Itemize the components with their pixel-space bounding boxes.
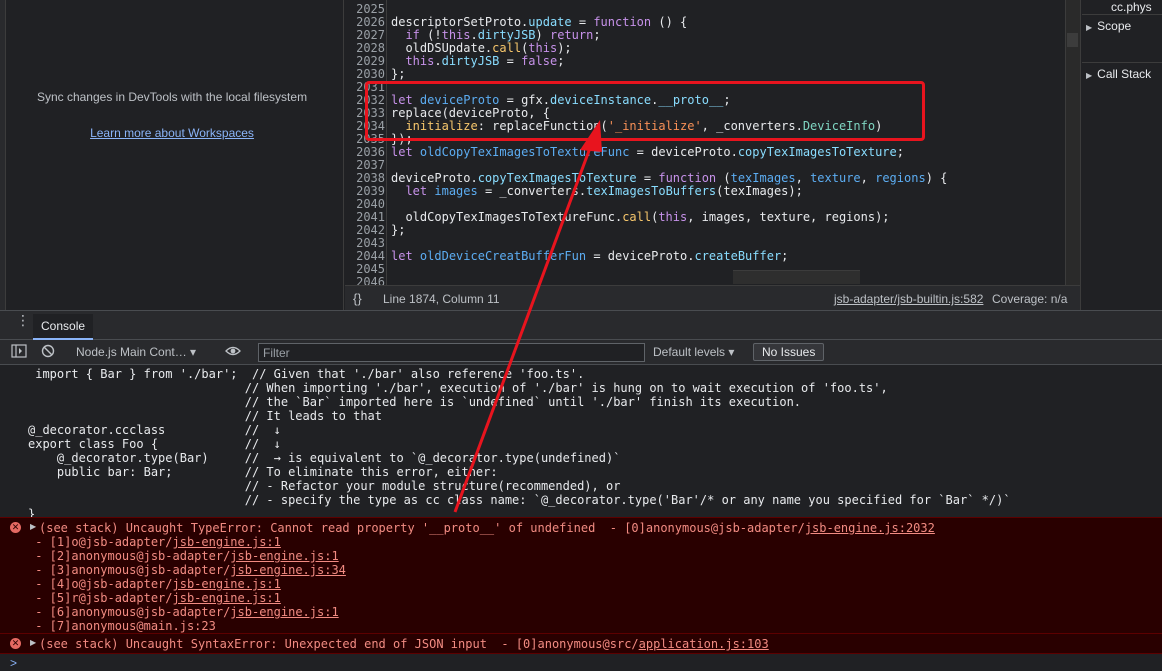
cursor-position: Line 1874, Column 11 [383,292,500,306]
log-line: // - specify the type as cc class name: … [28,493,1011,507]
line-number[interactable]: 2046 [345,276,385,286]
stack-frame: - [4]o@jsb-adapter/jsb-engine.js:1 [28,577,281,591]
code-text: let oldCopyTexImagesToTextureFunc = devi… [391,145,904,159]
error-message[interactable]: ✕ ▶ (see stack) Uncaught SyntaxError: Un… [0,634,1162,654]
stack-frame: - [6]anonymous@jsb-adapter/jsb-engine.js… [28,605,338,619]
stack-frame-link[interactable]: jsb-engine.js:1 [173,577,281,591]
stack-frame-text: - [6]anonymous@jsb-adapter/ [28,605,231,619]
highlight-box [365,81,925,141]
source-file-link[interactable]: jsb-adapter/jsb-builtin.js:582 [834,292,983,306]
sidebar-toggle-icon[interactable] [11,344,27,361]
code-text: let images = _converters.texImagesToBuff… [405,184,803,198]
error-text: (see stack) Uncaught SyntaxError: Unexpe… [39,637,639,651]
stack-frame-text: - [3]anonymous@jsb-adapter/ [28,563,231,577]
error-text: (see stack) Uncaught TypeError: Cannot r… [39,521,805,535]
code-text: oldCopyTexImagesToTextureFunc.call(this,… [391,210,890,224]
pretty-print-button[interactable]: {} [353,291,362,306]
log-line: public bar: Bar; // To eliminate this er… [28,465,498,479]
call-stack-section-header[interactable]: ▶ Call Stack [1082,62,1162,86]
stack-frame: - [3]anonymous@jsb-adapter/jsb-engine.js… [28,563,346,577]
editor-horizontal-scrollbar[interactable] [733,270,860,284]
stack-frame-text: - [1]o@jsb-adapter/ [28,535,173,549]
debugger-sidebar [1080,0,1162,310]
error-headline: (see stack) Uncaught SyntaxError: Unexpe… [39,637,769,651]
editor-status-bar: {} Line 1874, Column 11 jsb-adapter/jsb-… [345,285,1080,310]
tab-console[interactable]: Console [33,314,94,340]
console-output[interactable]: import { Bar } from './bar'; // Given th… [0,366,1162,671]
stack-frame-text: - [7]anonymous@main.js:23 [28,619,216,633]
scope-label: Scope [1097,19,1132,33]
stack-frame-link[interactable]: jsb-engine.js:2032 [805,521,935,535]
code-text: }; [391,223,406,237]
stack-frame-link[interactable]: jsb-engine.js:1 [230,605,338,619]
stack-frame-link[interactable]: jsb-engine.js:1 [173,591,281,605]
stack-frame-text: - [5]r@jsb-adapter/ [28,591,173,605]
filter-input[interactable] [258,343,645,362]
stack-frame-link[interactable]: jsb-engine.js:34 [230,563,346,577]
workspace-panel: Sync changes in DevTools with the local … [0,0,344,310]
editor-scrollbar-thumb[interactable] [1067,33,1078,47]
code-text: let oldDeviceCreatBufferFun = deviceProt… [391,249,789,263]
clear-console-icon[interactable] [41,344,55,361]
console-toolbar: Node.js Main Cont… ▾ Default levels ▾ No… [0,340,1162,365]
code-editor[interactable]: 2025 2026 descriptorSetProto.update = func… [345,0,1080,285]
error-icon: ✕ [10,522,21,533]
drawer-tabbar: ⋮ Console [0,310,1162,340]
more-options-icon[interactable]: ⋮ [16,313,30,327]
stack-frame: - [1]o@jsb-adapter/jsb-engine.js:1 [28,535,281,549]
code-text: }; [391,67,406,81]
context-select[interactable]: Node.js Main Cont… ▾ [76,345,196,359]
stack-frame-text: - [4]o@jsb-adapter/ [28,577,173,591]
stack-frame-link[interactable]: application.js:103 [639,637,769,651]
navigator-edge [0,0,6,310]
watch-expression-text: cc.phys [1111,0,1152,14]
error-icon: ✕ [10,638,21,649]
stack-frame: - [5]r@jsb-adapter/jsb-engine.js:1 [28,591,281,605]
log-line: // When importing './bar', execution of … [28,381,888,395]
call-stack-label: Call Stack [1097,67,1152,81]
log-line: // It leads to that [28,409,383,423]
stack-frame: - [7]anonymous@main.js:23 [28,619,216,633]
stack-frame-link[interactable]: jsb-engine.js:1 [173,535,281,549]
stack-frame: - [2]anonymous@jsb-adapter/jsb-engine.js… [28,549,338,563]
coverage-status: Coverage: n/a [992,292,1068,306]
expand-triangle-icon: ▶ [1086,71,1093,80]
stack-frame-link[interactable]: jsb-engine.js:1 [230,549,338,563]
error-headline: (see stack) Uncaught TypeError: Cannot r… [39,521,935,535]
expand-triangle-icon[interactable]: ▶ [30,522,36,531]
expand-triangle-icon: ▶ [1086,23,1093,32]
stack-frame-text: - [2]anonymous@jsb-adapter/ [28,549,231,563]
log-line: import { Bar } from './bar'; // Given th… [28,367,585,381]
log-line: export class Foo { // ↓ [28,437,281,451]
learn-workspaces-link[interactable]: Learn more about Workspaces [0,126,344,140]
sync-message: Sync changes in DevTools with the local … [36,90,308,104]
error-message[interactable]: ✕ ▶ (see stack) Uncaught TypeError: Cann… [0,517,1162,634]
log-levels-select[interactable]: Default levels ▾ [653,345,734,359]
eye-icon[interactable] [225,344,241,361]
log-line: // - Refactor your module structure(reco… [28,479,621,493]
expand-triangle-icon[interactable]: ▶ [30,638,36,647]
console-prompt[interactable]: > [10,656,17,670]
code-text: this.dirtyJSB = false; [405,54,565,68]
log-line: @_decorator.ccclass // ↓ [28,423,281,437]
log-line: @_decorator.type(Bar) // → is equivalent… [28,451,621,465]
scope-section-header[interactable]: ▶ Scope [1082,14,1162,38]
issues-button[interactable]: No Issues [753,343,825,361]
log-line: // the `Bar` imported here is `undefined… [28,395,802,409]
